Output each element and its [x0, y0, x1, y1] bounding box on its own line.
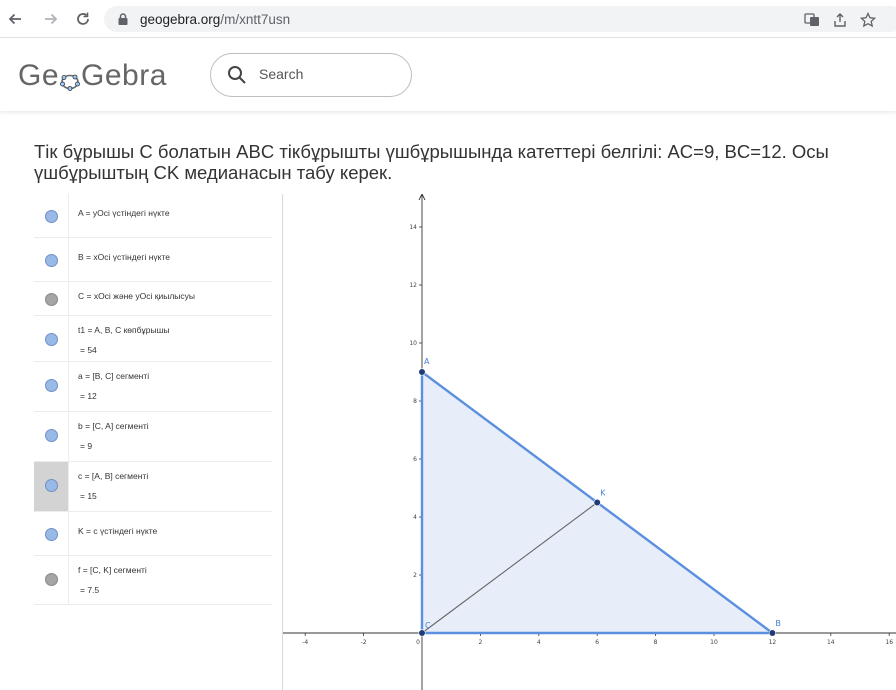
visibility-toggle[interactable]: [34, 238, 69, 281]
algebra-definition[interactable]: C = xОсі және yОсі қиылысуы: [78, 291, 195, 301]
browser-toolbar: geogebra.org/m/xntt7usn: [0, 0, 896, 38]
algebra-value: = 54: [80, 345, 97, 355]
visibility-toggle[interactable]: [34, 316, 69, 361]
algebra-definition[interactable]: K = c үстіндегі нүкте: [78, 526, 157, 536]
algebra-definition[interactable]: a = [B, C] сегменті: [78, 371, 149, 381]
point-c[interactable]: [418, 629, 426, 637]
x-tick-label: 12: [769, 639, 777, 646]
algebra-view[interactable]: A = yОсі үстіндегі нүкте B = xОсі үстінде…: [34, 194, 272, 690]
y-tick-label: 2: [413, 572, 417, 579]
visibility-toggle[interactable]: [34, 362, 69, 411]
algebra-item[interactable]: K = c үстіндегі нүкте: [34, 512, 272, 556]
bookmark-star-icon[interactable]: [860, 12, 876, 28]
graphics-view[interactable]: -4 -2 2 4 6 8 10 12 14 16 0 2 4 6 8 10 12 14 A B C K: [283, 194, 896, 690]
visibility-dot-icon[interactable]: [45, 528, 58, 541]
point-a[interactable]: [418, 368, 426, 376]
algebra-value: = 15: [80, 491, 97, 501]
visibility-dot-icon[interactable]: [45, 293, 58, 306]
point-k[interactable]: [593, 498, 601, 507]
y-tick-label: 10: [409, 340, 417, 347]
visibility-dot-icon[interactable]: [45, 379, 58, 392]
logo-ellipse-icon: [60, 65, 80, 91]
algebra-item[interactable]: t1 = A, B, C көпбұрышы = 54: [34, 316, 272, 362]
translate-icon[interactable]: [804, 12, 820, 28]
address-bar[interactable]: geogebra.org/m/xntt7usn: [104, 6, 896, 32]
geogebra-logo[interactable]: Ge Gebra: [18, 59, 167, 93]
x-tick-label: 2: [478, 639, 482, 646]
visibility-dot-icon[interactable]: [45, 479, 58, 492]
url-path: /m/xntt7usn: [220, 12, 291, 27]
site-header: Ge Gebra: [0, 39, 896, 111]
logo-text-right: Gebra: [81, 59, 167, 92]
visibility-dot-icon[interactable]: [45, 573, 58, 586]
y-tick-label: 8: [413, 398, 417, 405]
visibility-dot-icon[interactable]: [45, 210, 58, 223]
search-icon[interactable]: [227, 65, 247, 85]
lock-icon: [118, 13, 128, 25]
algebra-item[interactable]: b = [C, A] сегменті = 9: [34, 412, 272, 462]
visibility-toggle[interactable]: [34, 194, 69, 237]
share-icon[interactable]: [832, 12, 848, 28]
x-tick-label: 8: [654, 639, 658, 646]
url-host: geogebra.org: [140, 12, 221, 27]
visibility-toggle[interactable]: [34, 512, 69, 555]
visibility-toggle[interactable]: [34, 556, 69, 604]
algebra-value: = 7.5: [80, 585, 100, 595]
task-description: Тік бұрышы C болатын ABC тікбұрышты үшбұ…: [34, 141, 829, 183]
back-arrow-icon[interactable]: [4, 8, 26, 30]
graph-canvas[interactable]: -4 -2 2 4 6 8 10 12 14 16 0 2 4 6 8 10 12 14 A B C K: [283, 194, 896, 690]
y-tick-label: 14: [409, 224, 417, 231]
algebra-definition[interactable]: b = [C, A] сегменті: [78, 421, 149, 431]
algebra-definition[interactable]: A = yОсі үстіндегі нүкте: [78, 208, 170, 218]
y-tick-label: 6: [413, 456, 417, 463]
search-box[interactable]: [210, 53, 412, 97]
x-tick-label: -2: [361, 639, 367, 646]
algebra-definition[interactable]: t1 = A, B, C көпбұрышы: [78, 325, 170, 335]
x-tick-label: 6: [595, 639, 599, 646]
visibility-toggle[interactable]: [34, 282, 69, 315]
point-label-b: B: [775, 619, 781, 628]
point-label-k: K: [600, 489, 606, 498]
x-tick-label: 14: [827, 639, 835, 646]
visibility-dot-icon[interactable]: [45, 429, 58, 442]
algebra-item[interactable]: f = [C, K] сегменті = 7.5: [34, 556, 272, 605]
reload-icon[interactable]: [72, 8, 94, 30]
algebra-definition[interactable]: f = [C, K] сегменті: [78, 565, 147, 575]
algebra-value: = 9: [80, 441, 93, 451]
point-label-c: C: [425, 621, 431, 630]
search-input[interactable]: [259, 66, 399, 82]
visibility-toggle[interactable]: [34, 412, 69, 461]
algebra-item[interactable]: c = [A, B] сегменті = 15: [34, 462, 272, 512]
point-label-a: A: [424, 357, 430, 366]
forward-arrow-icon[interactable]: [40, 8, 62, 30]
visibility-dot-icon[interactable]: [45, 333, 58, 346]
algebra-value: = 12: [80, 391, 97, 401]
logo-text-left: Ge: [18, 59, 60, 92]
x-tick-label: 0: [416, 639, 420, 646]
x-tick-label: -4: [302, 639, 308, 646]
visibility-toggle[interactable]: [34, 462, 69, 511]
algebra-definition[interactable]: c = [A, B] сегменті: [78, 471, 148, 481]
visibility-dot-icon[interactable]: [45, 254, 58, 267]
y-tick-label: 4: [413, 514, 417, 521]
algebra-definition[interactable]: B = xОсі үстіндегі нүкте: [78, 252, 170, 262]
algebra-item[interactable]: B = xОсі үстіндегі нүкте: [34, 238, 272, 282]
url-text: geogebra.org/m/xntt7usn: [140, 12, 290, 27]
algebra-item[interactable]: C = xОсі және yОсі қиылысуы: [34, 282, 272, 316]
x-tick-label: 4: [537, 639, 541, 646]
x-tick-label: 16: [885, 639, 893, 646]
point-b[interactable]: [768, 629, 777, 637]
x-tick-label: 10: [710, 639, 718, 646]
y-tick-label: 12: [409, 282, 417, 289]
algebra-item[interactable]: a = [B, C] сегменті = 12: [34, 362, 272, 412]
algebra-item[interactable]: A = yОсі үстіндегі нүкте: [34, 194, 272, 238]
